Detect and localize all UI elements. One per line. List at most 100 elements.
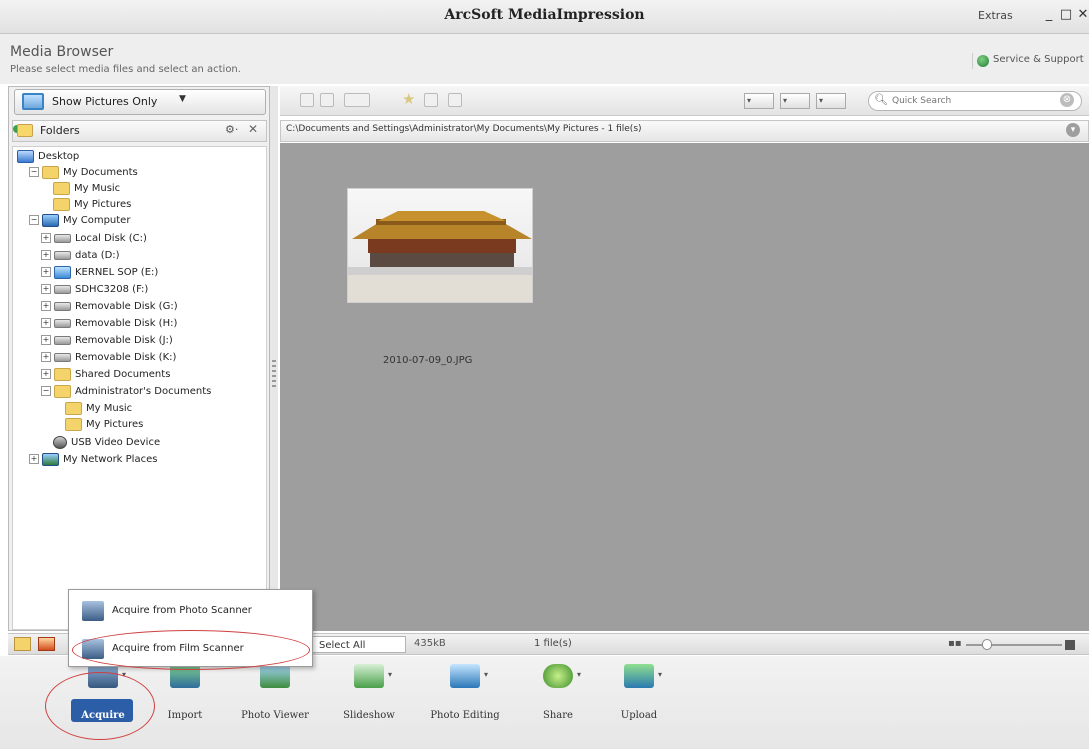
slideshow-button[interactable]: ▾ Slideshow <box>336 664 402 724</box>
drive-icon <box>54 301 71 311</box>
tree-node[interactable]: + KERNEL SOP (E:) <box>41 265 158 281</box>
import-button[interactable]: Import <box>152 664 218 724</box>
expand-icon[interactable]: + <box>41 233 51 243</box>
tree-node[interactable]: My Music <box>65 401 132 417</box>
drag-handle-icon[interactable] <box>272 360 276 390</box>
maximize-button[interactable]: □ <box>1059 8 1073 22</box>
tree-node[interactable]: + Removable Disk (G:) <box>41 299 178 315</box>
expand-icon[interactable]: + <box>29 454 39 464</box>
drive-icon <box>54 352 71 362</box>
usb-icon <box>53 435 67 449</box>
album-icon[interactable] <box>38 637 55 651</box>
menu-item-photo-scanner[interactable]: Acquire from Photo Scanner <box>72 596 310 626</box>
folder-icon <box>17 124 33 137</box>
tree-node[interactable]: − Administrator's Documents <box>41 384 211 400</box>
tree-node[interactable]: + My Network Places <box>29 452 157 468</box>
picture-icon <box>22 93 44 110</box>
tree-node[interactable]: My Pictures <box>53 197 131 213</box>
folders-label: Folders <box>40 124 80 137</box>
sort-order-button[interactable]: ▾ <box>780 93 810 109</box>
chevron-down-icon[interactable]: ▼ <box>179 94 186 104</box>
view-mode-button[interactable]: ▾ <box>744 93 774 109</box>
share-button[interactable]: ▾ Share <box>525 664 591 724</box>
folder-icon <box>53 197 70 211</box>
folder-icon <box>65 417 82 431</box>
expand-icon[interactable]: + <box>41 301 51 311</box>
folder-icon <box>54 367 71 381</box>
photo-editing-icon <box>450 664 480 688</box>
search-input[interactable] <box>892 94 1042 108</box>
tree-node[interactable]: + Removable Disk (H:) <box>41 316 177 332</box>
expand-icon[interactable]: + <box>41 267 51 277</box>
gear-icon[interactable]: ⚙· <box>225 123 238 136</box>
clear-search-icon[interactable]: ⊗ <box>1060 93 1074 107</box>
tree-node[interactable]: + Shared Documents <box>41 367 170 383</box>
tree-node[interactable]: + Removable Disk (K:) <box>41 350 176 366</box>
folder-icon <box>42 165 59 179</box>
photo-viewer-button[interactable]: Photo Viewer <box>241 664 309 724</box>
drive-icon <box>54 233 71 243</box>
tree-node[interactable]: − My Computer <box>29 213 130 229</box>
collapse-icon[interactable]: − <box>29 167 39 177</box>
close-button[interactable]: ✕ <box>1076 8 1089 22</box>
sort-icon[interactable] <box>344 93 370 107</box>
collapse-icon[interactable]: − <box>41 386 51 396</box>
filter-button[interactable]: ▾ <box>816 93 846 109</box>
close-icon[interactable]: ✕ <box>248 122 258 136</box>
folder-view-icon[interactable] <box>14 637 31 651</box>
info-icon[interactable] <box>424 93 438 107</box>
expand-icon[interactable]: + <box>41 352 51 362</box>
tree-node[interactable]: My Pictures <box>65 417 143 433</box>
tree-node[interactable]: + SDHC3208 (F:) <box>41 282 148 298</box>
expand-icon[interactable]: + <box>41 335 51 345</box>
minimize-button[interactable]: _ <box>1042 8 1056 22</box>
expand-icon[interactable]: + <box>41 318 51 328</box>
chevron-down-icon[interactable]: ▾ <box>577 670 581 679</box>
photo-editing-button[interactable]: ▾ Photo Editing <box>430 664 500 724</box>
rotate-left-icon[interactable] <box>300 93 314 107</box>
sd-icon <box>54 265 71 279</box>
tree-node-label: SDHC3208 (F:) <box>75 284 149 295</box>
extras-menu[interactable]: Extras <box>978 6 1023 26</box>
drive-icon <box>54 250 71 260</box>
thumbnail-size-slider[interactable] <box>966 644 1062 646</box>
large-thumbnail-icon[interactable] <box>1065 640 1075 650</box>
tree-node[interactable]: − My Documents <box>29 165 138 181</box>
service-support-label[interactable]: Service & Support <box>993 54 1084 65</box>
collapse-icon[interactable]: − <box>29 215 39 225</box>
tree-node[interactable]: + Removable Disk (J:) <box>41 333 173 349</box>
rotate-right-icon[interactable] <box>320 93 334 107</box>
tree-node-label: KERNEL SOP (E:) <box>75 267 159 278</box>
page-subtitle: Please select media files and select an … <box>10 64 241 75</box>
file-count: 1 file(s) <box>534 638 572 649</box>
pane-splitter[interactable] <box>270 86 278 631</box>
chevron-down-icon[interactable]: ▾ <box>388 670 392 679</box>
folder-icon <box>54 384 71 398</box>
path-menu-icon[interactable]: ▾ <box>1066 123 1080 137</box>
tree-node[interactable]: My Music <box>53 181 120 197</box>
upload-button[interactable]: ▾ Upload <box>606 664 672 724</box>
window-title: ArcSoft MediaImpression <box>444 7 645 23</box>
expand-icon[interactable]: + <box>41 284 51 294</box>
tree-node-label: Administrator's Documents <box>75 386 212 397</box>
small-thumbnail-icon[interactable]: ▪▪ <box>948 638 962 649</box>
tree-node[interactable]: + Local Disk (C:) <box>41 231 147 247</box>
tree-node[interactable]: USB Video Device <box>53 435 160 451</box>
chevron-down-icon[interactable]: ▾ <box>658 670 662 679</box>
chevron-down-icon[interactable]: ▾ <box>484 670 488 679</box>
tree-node[interactable]: + data (D:) <box>41 248 120 264</box>
delete-icon[interactable] <box>448 93 462 107</box>
star-icon[interactable]: ★ <box>402 90 415 108</box>
tree-node[interactable]: Desktop <box>17 149 79 165</box>
select-all-button[interactable]: Select All <box>310 636 406 653</box>
tree-node-label: Removable Disk (J:) <box>75 335 173 346</box>
media-browser-header <box>0 34 1089 84</box>
expand-icon[interactable]: + <box>41 250 51 260</box>
photo-thumbnail[interactable] <box>347 188 533 303</box>
slider-handle[interactable] <box>982 639 992 650</box>
tree-node-label: My Network Places <box>63 454 158 465</box>
file-name-label: 2010-07-09_0.JPG <box>383 355 473 366</box>
expand-icon[interactable]: + <box>41 369 51 379</box>
tree-node-label: Removable Disk (K:) <box>75 352 177 363</box>
drive-icon <box>54 335 71 345</box>
